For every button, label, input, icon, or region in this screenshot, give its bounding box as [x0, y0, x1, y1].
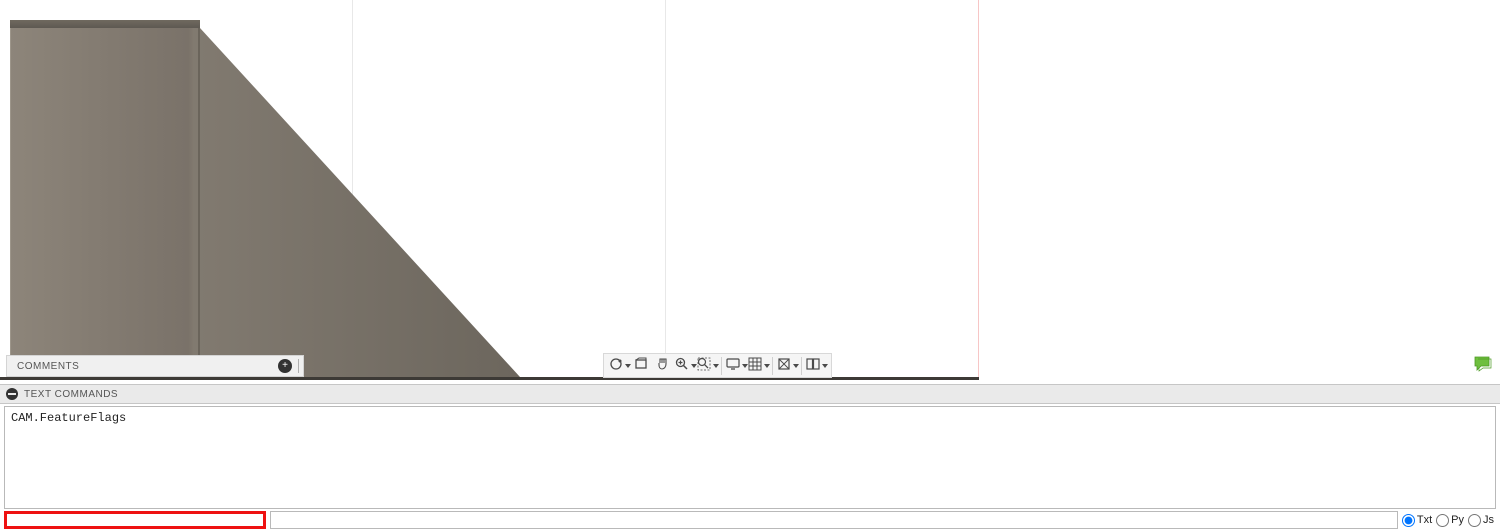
dropdown-caret-icon: [713, 364, 719, 368]
language-radio-group: Txt Py Js: [1402, 511, 1496, 529]
toolbar-separator: [721, 357, 722, 375]
feedback-button[interactable]: [1474, 356, 1492, 372]
dropdown-caret-icon: [793, 364, 799, 368]
dropdown-caret-icon: [822, 364, 828, 368]
add-comment-button[interactable]: +: [278, 359, 292, 373]
text-commands-title: TEXT COMMANDS: [24, 389, 118, 400]
viewport-layout-icon: [805, 356, 821, 375]
zoom-window-button[interactable]: [696, 356, 718, 376]
pan-icon: [655, 356, 671, 375]
grid-settings-icon: [747, 356, 763, 375]
snap-icon: [776, 356, 792, 375]
viewport-3d[interactable]: [0, 0, 1500, 380]
text-commands-input-row: Txt Py Js: [0, 509, 1500, 531]
divider: [298, 359, 299, 373]
lang-js-label: Js: [1483, 514, 1494, 526]
zoom-button[interactable]: [674, 356, 696, 376]
zoom-window-icon: [696, 356, 712, 375]
display-settings-button[interactable]: [725, 356, 747, 376]
look-at-icon: [633, 356, 649, 375]
grid-settings-button[interactable]: [747, 356, 769, 376]
orbit-icon: [608, 356, 624, 375]
snap-button[interactable]: [776, 356, 798, 376]
grid-line: [665, 0, 666, 380]
text-commands-panel: TEXT COMMANDS CAM.FeatureFlags Txt Py Js: [0, 384, 1500, 531]
look-at-button[interactable]: [630, 356, 652, 376]
lang-py-radio[interactable]: Py: [1436, 514, 1464, 527]
axis-line: [978, 0, 979, 380]
radio-input[interactable]: [1436, 514, 1449, 527]
lang-txt-radio[interactable]: Txt: [1402, 514, 1432, 527]
collapse-button[interactable]: [6, 388, 18, 400]
model-solid: [0, 20, 540, 380]
navigation-toolbar: [603, 353, 832, 378]
lang-txt-label: Txt: [1417, 514, 1432, 526]
text-commands-header[interactable]: TEXT COMMANDS: [0, 385, 1500, 404]
text-commands-output[interactable]: CAM.FeatureFlags: [4, 406, 1496, 509]
orbit-button[interactable]: [608, 356, 630, 376]
comments-label: COMMENTS: [17, 361, 278, 372]
display-settings-icon: [725, 356, 741, 375]
dropdown-caret-icon: [764, 364, 770, 368]
minus-icon: [8, 393, 16, 395]
text-commands-input[interactable]: [270, 511, 1398, 529]
radio-input[interactable]: [1468, 514, 1481, 527]
lang-js-radio[interactable]: Js: [1468, 514, 1494, 527]
viewport-layout-button[interactable]: [805, 356, 827, 376]
speech-bubble-icon: [1474, 356, 1492, 372]
pan-button[interactable]: [652, 356, 674, 376]
radio-input[interactable]: [1402, 514, 1415, 527]
toolbar-separator: [772, 357, 773, 375]
highlighted-region: [4, 511, 266, 529]
comments-panel-header[interactable]: COMMENTS +: [6, 355, 304, 377]
toolbar-separator: [801, 357, 802, 375]
ground-plane-edge: [0, 377, 979, 380]
zoom-icon: [674, 356, 690, 375]
lang-py-label: Py: [1451, 514, 1464, 526]
